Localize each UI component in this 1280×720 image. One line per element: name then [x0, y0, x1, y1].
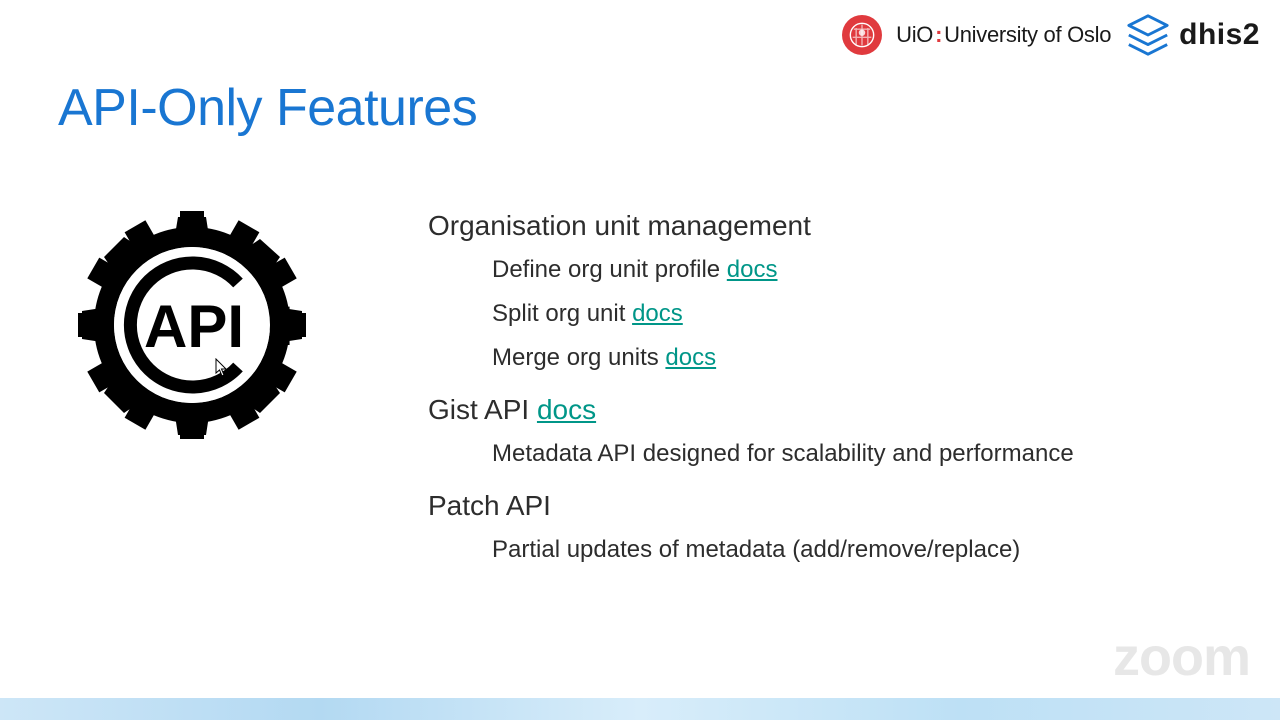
list-item: Partial updates of metadata (add/remove/…: [492, 536, 1074, 564]
uio-text: UiO : University of Oslo: [896, 22, 1111, 48]
heading-text: Gist API: [428, 394, 537, 425]
item-text: Split org unit: [492, 300, 632, 327]
list-item: Merge org units docs: [492, 344, 1074, 372]
zoom-watermark: zoom: [1113, 626, 1250, 688]
docs-link[interactable]: docs: [632, 300, 683, 327]
docs-link[interactable]: docs: [537, 394, 596, 425]
api-gear-icon: API: [72, 205, 312, 445]
docs-link[interactable]: docs: [727, 256, 778, 283]
dhis2-label: dhis2: [1179, 18, 1260, 52]
patch-sublist: Partial updates of metadata (add/remove/…: [492, 536, 1074, 564]
section-heading-gist: Gist API docs: [428, 394, 1074, 426]
docs-link[interactable]: docs: [665, 344, 716, 371]
uio-separator: :: [933, 22, 944, 48]
uio-short: UiO: [896, 22, 933, 48]
slide-content: Organisation unit management Define org …: [428, 210, 1074, 586]
slide-title: API-Only Features: [58, 78, 477, 138]
svg-text:API: API: [202, 294, 292, 357]
dhis2-icon: [1125, 12, 1171, 58]
uio-full: University of Oslo: [944, 22, 1111, 48]
item-text: Merge org units: [492, 344, 665, 371]
list-item: Define org unit profile docs: [492, 256, 1074, 284]
dhis2-logo: dhis2: [1125, 12, 1260, 58]
bottom-band: [0, 698, 1280, 720]
item-text: Define org unit profile: [492, 256, 727, 283]
uio-seal-icon: [842, 15, 882, 55]
section-heading-orgunit: Organisation unit management: [428, 210, 1074, 242]
orgunit-sublist: Define org unit profile docs Split org u…: [492, 256, 1074, 372]
list-item: Metadata API designed for scalability an…: [492, 440, 1074, 468]
gist-sublist: Metadata API designed for scalability an…: [492, 440, 1074, 468]
section-heading-patch: Patch API: [428, 490, 1074, 522]
header-logos: UiO : University of Oslo dhis2: [842, 12, 1260, 58]
list-item: Split org unit docs: [492, 300, 1074, 328]
